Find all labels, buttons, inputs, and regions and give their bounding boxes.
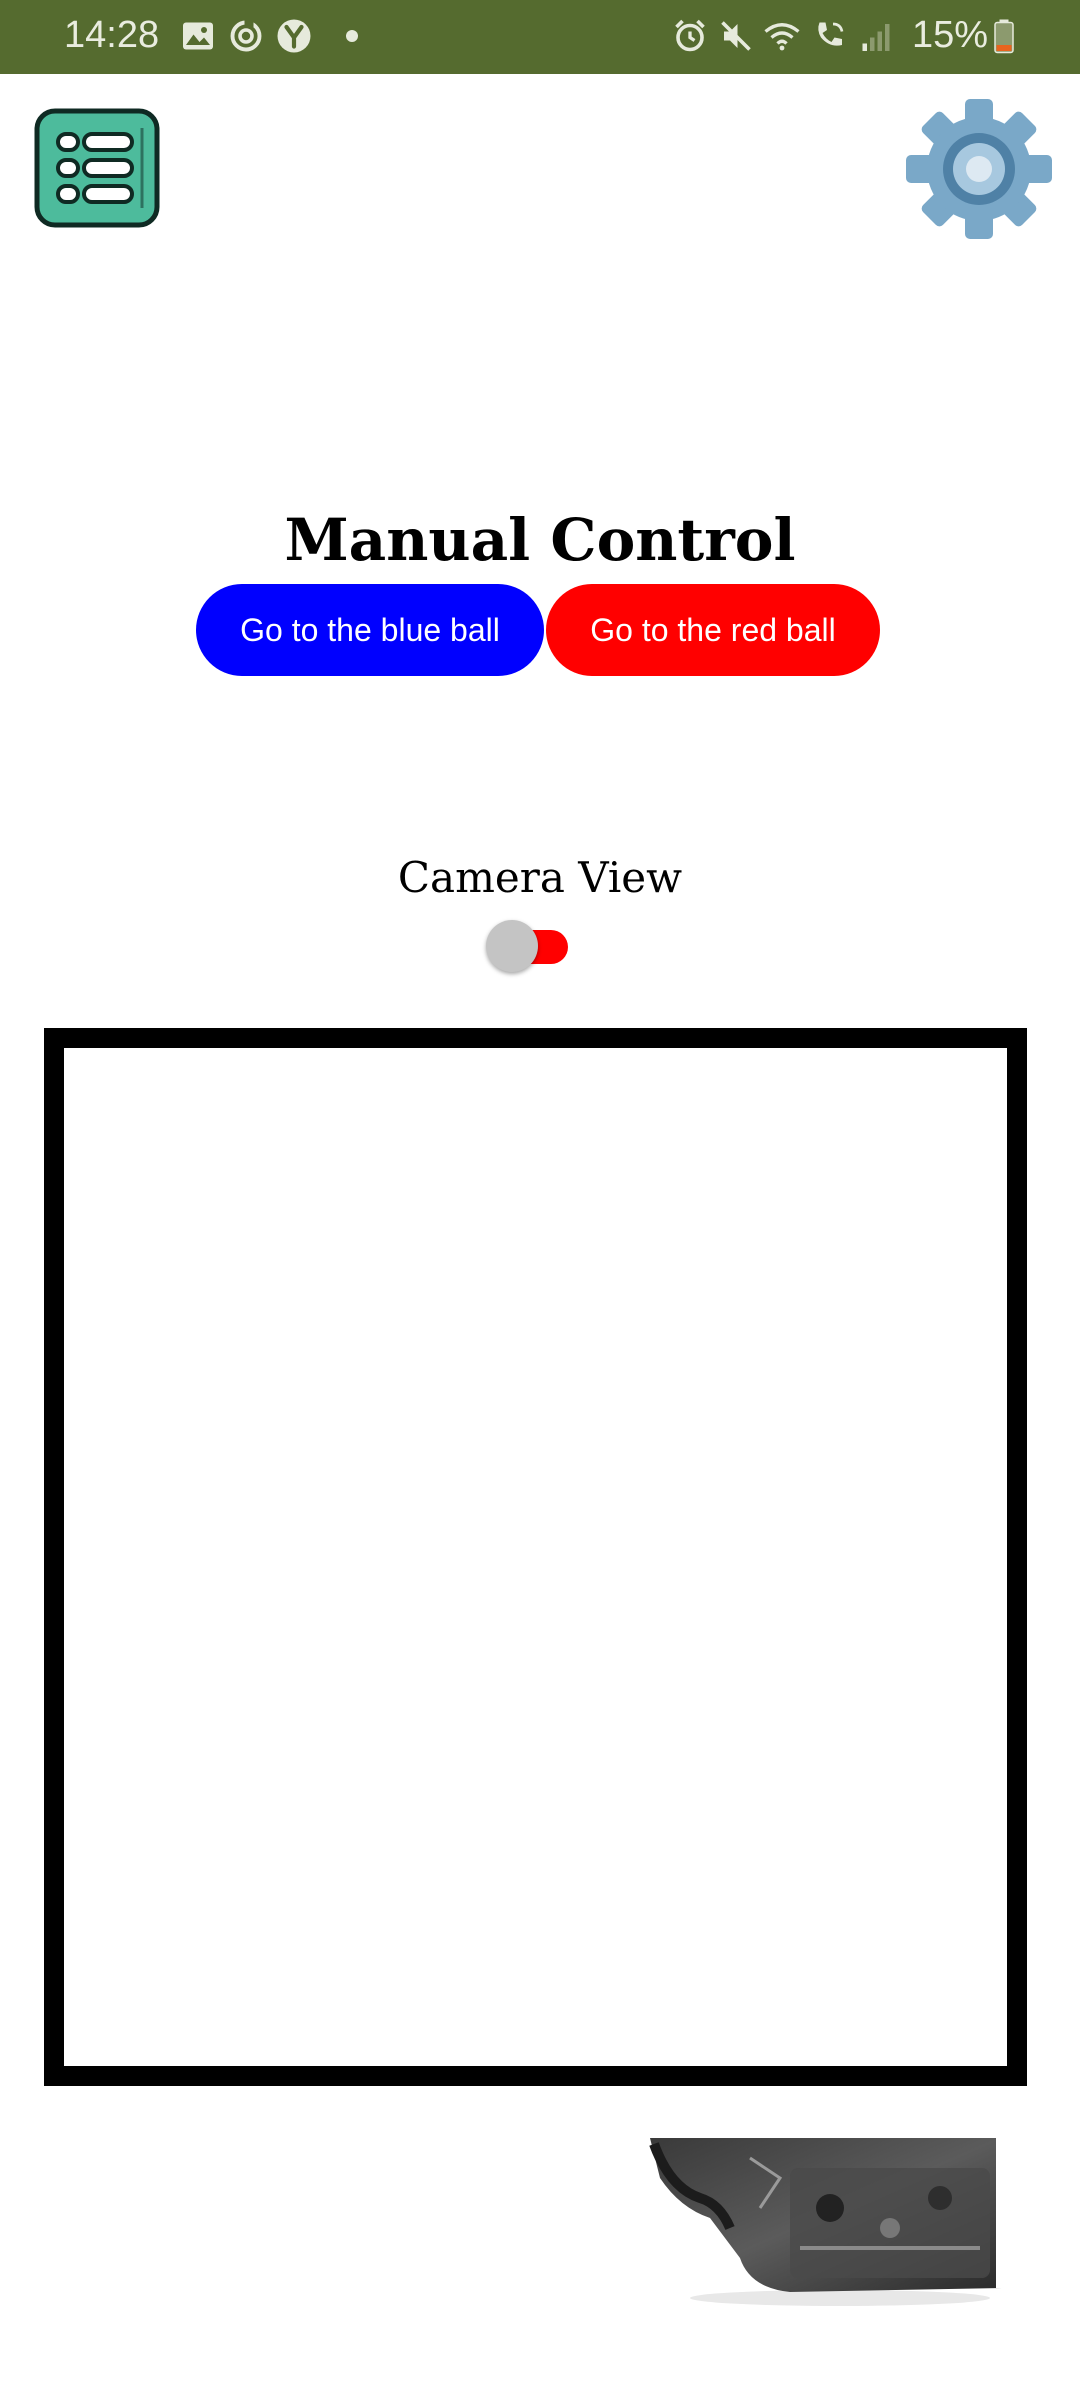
y-app-icon	[277, 19, 311, 53]
mute-icon	[721, 21, 751, 51]
screen: 14:28 15% Manual Control Go to the blue …	[0, 0, 1080, 2400]
battery-icon	[994, 19, 1014, 54]
camera-view-toggle[interactable]	[484, 918, 572, 974]
list-menu-icon[interactable]	[34, 108, 160, 228]
status-bar: 14:28 15%	[0, 0, 1080, 74]
status-time: 14:28	[64, 14, 160, 56]
wifi-calling-icon	[818, 22, 844, 46]
signal-icon	[862, 24, 890, 51]
robot-image	[649, 2138, 1004, 2306]
go-to-red-ball-button[interactable]: Go to the red ball	[546, 584, 880, 676]
battery-percent: 15%	[912, 14, 989, 56]
go-to-blue-ball-button[interactable]: Go to the blue ball	[196, 584, 544, 676]
page-title: Manual Control	[284, 506, 796, 574]
alarm-icon	[675, 19, 705, 52]
gallery-icon	[183, 22, 213, 50]
toggle-thumb	[486, 920, 538, 972]
camera-view-label: Camera View	[397, 853, 683, 902]
wifi-icon	[764, 23, 800, 51]
notification-dot-icon	[346, 30, 358, 42]
camera-view-frame	[44, 1028, 1027, 2086]
gear-icon[interactable]	[904, 98, 1054, 240]
sync-icon	[230, 19, 262, 52]
